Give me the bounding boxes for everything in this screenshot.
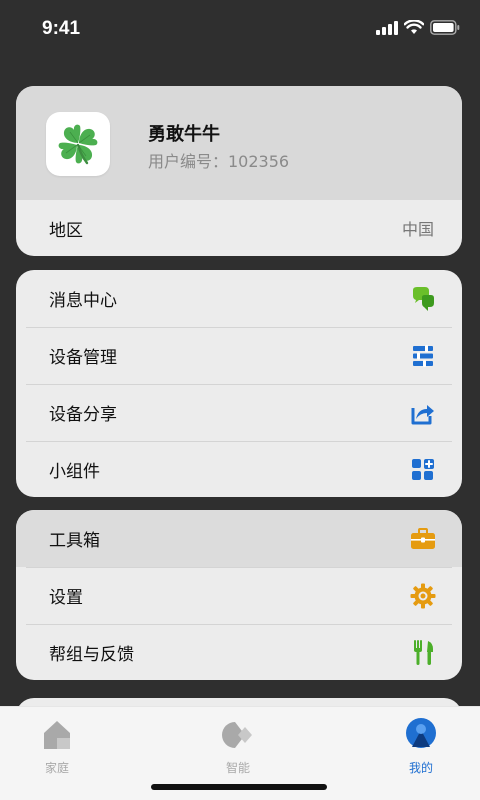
battery-icon: [430, 20, 460, 35]
region-label: 地区: [49, 220, 83, 241]
menu-item-label: 设置: [49, 588, 83, 608]
menu-item-label: 消息中心: [49, 291, 117, 311]
message-bubbles-icon: [413, 286, 434, 311]
wifi-icon: [404, 20, 424, 34]
avatar[interactable]: [46, 112, 110, 176]
status-time: 9:41: [42, 18, 81, 39]
profile-card: 勇敢牛牛 用户编号：102356 地区 中国: [16, 86, 462, 256]
status-icons: [376, 20, 460, 35]
menu-item-widgets[interactable]: 小组件: [16, 441, 462, 497]
four-leaf-clover-icon: [58, 124, 98, 165]
menu-item-device-share[interactable]: 设备分享: [16, 384, 462, 441]
widgets-icon: [412, 458, 434, 480]
menu-item-label: 帮组与反馈: [49, 645, 134, 665]
device-manage-icon: [413, 344, 433, 367]
menu-item-device-management[interactable]: 设备管理: [16, 327, 462, 384]
tab-label: 智能: [225, 761, 250, 775]
menu-item-label: 设备分享: [49, 405, 117, 425]
user-id: 用户编号：102356: [148, 152, 290, 171]
menu-item-label: 工具箱: [49, 531, 100, 551]
home-icon: [44, 721, 70, 749]
region-row[interactable]: 地区 中国: [16, 200, 462, 256]
tab-smart[interactable]: 智能: [188, 715, 288, 776]
help-tools-icon: [414, 639, 433, 665]
tab-label: 我的: [408, 761, 433, 775]
menu-card-main: 消息中心 设备管理 设备分享 小组件: [16, 270, 462, 497]
tab-label: 家庭: [44, 761, 69, 775]
tab-mine[interactable]: 我的: [371, 715, 471, 776]
settings-gear-icon: [410, 583, 436, 608]
profile-icon: [406, 718, 436, 748]
smart-icon: [222, 722, 252, 748]
menu-item-toolbox[interactable]: 工具箱: [16, 510, 462, 567]
home-indicator: [151, 784, 327, 790]
profile-header[interactable]: 勇敢牛牛 用户编号：102356: [16, 86, 462, 200]
cellular-signal-icon: [376, 20, 398, 35]
menu-card-tools: 工具箱 设置 帮组与反馈: [16, 510, 462, 680]
region-value: 中国: [401, 220, 434, 239]
toolbox-icon: [411, 527, 435, 549]
status-bar: 9:41: [0, 0, 480, 60]
tab-home[interactable]: 家庭: [7, 715, 107, 776]
menu-item-help-feedback[interactable]: 帮组与反馈: [16, 624, 462, 680]
menu-item-message-center[interactable]: 消息中心: [16, 270, 462, 327]
menu-item-settings[interactable]: 设置: [16, 567, 462, 624]
share-icon: [411, 404, 434, 424]
user-name: 勇敢牛牛: [148, 124, 220, 145]
menu-item-label: 设备管理: [49, 348, 117, 368]
menu-item-label: 小组件: [49, 462, 100, 482]
